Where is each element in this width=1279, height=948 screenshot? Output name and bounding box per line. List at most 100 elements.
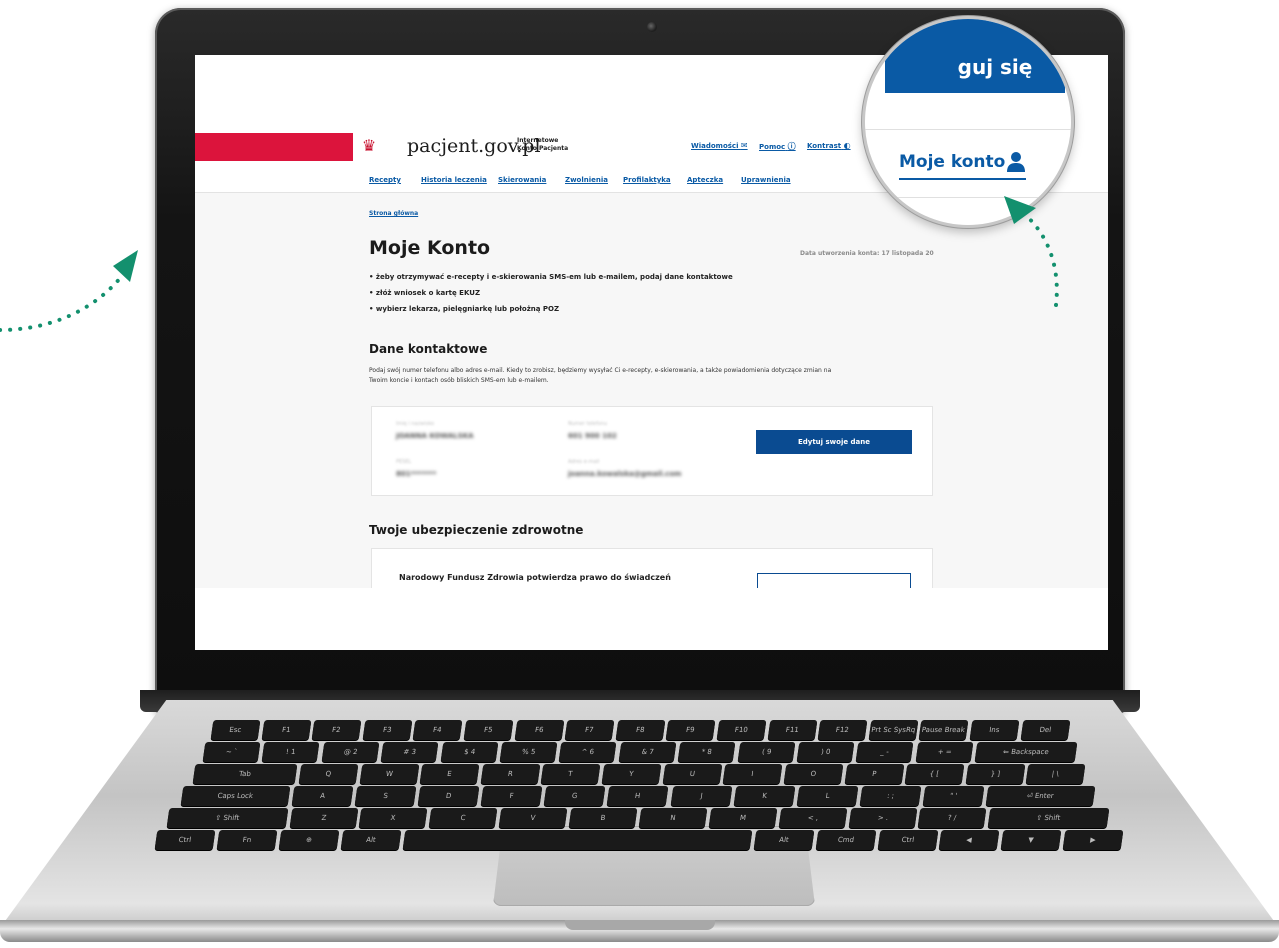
divider bbox=[865, 129, 1071, 130]
keyboard-key: F5 bbox=[463, 720, 513, 740]
flag-bar bbox=[195, 133, 353, 161]
question-circle-icon: ⓘ bbox=[787, 142, 796, 151]
keyboard-key: Z bbox=[289, 808, 358, 828]
nav-item-apteczka[interactable]: Apteczka bbox=[687, 176, 723, 184]
phone-label: Numer telefonu bbox=[568, 421, 608, 427]
keyboard-key: I bbox=[722, 764, 783, 784]
keyboard-key: L bbox=[796, 786, 859, 806]
keyboard-key: Alt bbox=[340, 830, 401, 850]
keyboard-row: Caps Lock A S D F G H J K L: ; " ' ⏎ Enter bbox=[180, 786, 1096, 806]
keyboard-key: Ctrl bbox=[154, 830, 216, 850]
polish-eagle-icon: ♛ bbox=[361, 136, 377, 155]
breadcrumb-home[interactable]: Strona główna bbox=[369, 210, 418, 217]
keyboard-key: $ 4 bbox=[440, 742, 499, 762]
keyboard-key: ^ 6 bbox=[559, 742, 618, 762]
login-button-zoomed[interactable]: guj się bbox=[885, 19, 1065, 93]
keyboard-key: | \ bbox=[1026, 764, 1086, 784]
keyboard-key: Alt bbox=[753, 830, 815, 850]
keyboard-key: ⏎ Enter bbox=[986, 786, 1096, 806]
keyboard-key: Pause Break bbox=[918, 720, 969, 740]
keyboard-key: N bbox=[638, 808, 708, 828]
keyboard-key: F6 bbox=[514, 720, 564, 740]
nav-item-historia-leczenia[interactable]: Historia leczenia bbox=[421, 176, 487, 184]
keyboard-key: ! 1 bbox=[262, 742, 321, 762]
header-help-link[interactable]: Pomoc ⓘ bbox=[759, 141, 796, 152]
keyboard-key: F8 bbox=[615, 720, 665, 740]
help-label: Pomoc bbox=[759, 143, 786, 151]
user-icon bbox=[1007, 152, 1025, 172]
dotted-arrow-left bbox=[0, 263, 132, 332]
insurance-details-button[interactable] bbox=[757, 573, 911, 589]
name-value: JOANNA KOWALSKA bbox=[396, 432, 474, 440]
spacebar-key bbox=[402, 830, 753, 850]
nav-item-skierowania[interactable]: Skierowania bbox=[498, 176, 546, 184]
keyboard-key: A bbox=[291, 786, 354, 806]
keyboard-key: F4 bbox=[412, 720, 463, 740]
nav-item-zwolnienia[interactable]: Zwolnienia bbox=[565, 176, 608, 184]
my-account-link[interactable]: Moje konto bbox=[899, 152, 1005, 172]
name-label: Imię i nazwisko bbox=[396, 421, 435, 427]
keyboard-key: T bbox=[541, 764, 601, 784]
keyboard-key: & 7 bbox=[618, 742, 677, 762]
divider bbox=[865, 197, 1071, 198]
keyboard-key: D bbox=[417, 786, 480, 806]
page-title: Moje Konto bbox=[369, 237, 491, 259]
keyboard-key: B bbox=[568, 808, 638, 828]
keyboard-key: " ' bbox=[922, 786, 985, 806]
pesel-value: 801******* bbox=[396, 470, 437, 478]
keyboard-key: F11 bbox=[767, 720, 817, 740]
keyboard-key: Prt Sc SysRq bbox=[868, 720, 918, 740]
keyboard-key: } ] bbox=[965, 764, 1025, 784]
keyboard-key: < , bbox=[778, 808, 847, 828]
keyboard-key: ) 0 bbox=[796, 742, 855, 762]
nav-item-profilaktyka[interactable]: Profilaktyka bbox=[623, 176, 671, 184]
my-account-underline bbox=[899, 178, 1026, 180]
header-messages-link[interactable]: Wiadomości ✉ bbox=[691, 141, 748, 150]
keyboard-key: @ 2 bbox=[321, 742, 380, 762]
keyboard-key: F1 bbox=[261, 720, 311, 740]
keyboard-key: H bbox=[606, 786, 669, 806]
keyboard-key: F3 bbox=[362, 720, 412, 740]
keyboard-key: : ; bbox=[859, 786, 922, 806]
pesel-label: PESEL bbox=[396, 459, 412, 465]
nav-item-recepty[interactable]: Recepty bbox=[369, 176, 401, 184]
keyboard-key: P bbox=[844, 764, 904, 784]
keyboard-key: ⇧ Shift bbox=[987, 808, 1110, 828]
keyboard-row: ~ `! 1 @ 2 # 3 $ 4% 5 ^ 6 & 7 * 8( 9) 0 _ - + = ⇐… bbox=[202, 742, 1078, 762]
keyboard-key: E bbox=[419, 764, 480, 784]
keyboard-key: F2 bbox=[311, 720, 362, 740]
keyboard-key: ▶ bbox=[1062, 830, 1124, 850]
keyboard-key: V bbox=[498, 808, 568, 828]
keyboard-key: Y bbox=[601, 764, 662, 784]
edit-contact-button[interactable]: Edytuj swoje dane bbox=[756, 430, 912, 454]
keyboard-row: ⇧ Shift Z X C V B N M < , > .? / ⇧ Shift bbox=[166, 808, 1110, 828]
list-item: • wybierz lekarza, pielęgniarkę lub poło… bbox=[369, 305, 560, 313]
keyboard-row: Esc F1 F2 F3 F4 F5 F6 F7 F8 F9 F10 F11 F12 Prt Sc Sys… bbox=[210, 720, 1070, 740]
list-item: • złóż wniosek o kartę EKUZ bbox=[369, 289, 481, 297]
messages-label: Wiadomości bbox=[691, 142, 739, 150]
site-brand-subtitle: Internetowe Konto Pacjenta bbox=[517, 137, 569, 152]
phone-value: 601 900 102 bbox=[568, 432, 617, 440]
laptop-notch bbox=[565, 920, 715, 930]
keyboard-key: Ins bbox=[969, 720, 1019, 740]
keyboard-key: Fn bbox=[216, 830, 278, 850]
keyboard-key: X bbox=[359, 808, 428, 828]
keyboard-key: R bbox=[480, 764, 540, 784]
insurance-section-title: Twoje ubezpieczenie zdrowotne bbox=[369, 523, 584, 537]
keyboard-key: Tab bbox=[192, 764, 298, 784]
keyboard-key: # 3 bbox=[380, 742, 440, 762]
header-contrast-toggle[interactable]: Kontrast ◐ bbox=[807, 141, 851, 150]
zoom-magnifier: guj się Moje konto bbox=[862, 16, 1074, 228]
keyboard-key: % 5 bbox=[499, 742, 558, 762]
contact-section-title: Dane kontaktowe bbox=[369, 342, 488, 356]
keyboard-key: ⇧ Shift bbox=[166, 808, 288, 828]
keyboard-key: K bbox=[733, 786, 796, 806]
keyboard-key: F bbox=[480, 786, 543, 806]
keyboard-key: Del bbox=[1020, 720, 1070, 740]
contact-description: Podaj swój numer telefonu albo adres e-m… bbox=[369, 367, 832, 384]
keyboard-key: Cmd bbox=[815, 830, 876, 850]
keyboard-key: > . bbox=[848, 808, 917, 828]
laptop-keyboard: Esc F1 F2 F3 F4 F5 F6 F7 F8 F9 F10 F11 F12 Prt Sc Sys… bbox=[150, 720, 1130, 850]
insurance-status-text: Narodowy Fundusz Zdrowia potwierdza praw… bbox=[399, 573, 671, 582]
nav-item-uprawnienia[interactable]: Uprawnienia bbox=[741, 176, 791, 184]
